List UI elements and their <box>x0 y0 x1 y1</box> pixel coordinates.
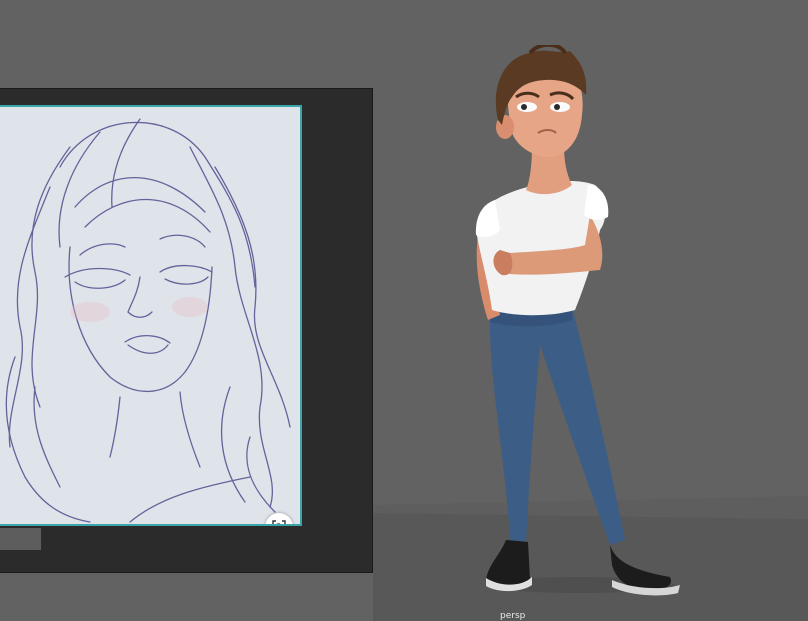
reference-sketch-image[interactable] <box>0 105 302 526</box>
reference-image-panel[interactable] <box>0 88 373 573</box>
camera-label: persp <box>500 611 526 621</box>
character-model[interactable] <box>460 45 700 605</box>
maya-viewport[interactable]: persp <box>0 0 808 621</box>
panel-footer-tab <box>0 528 41 550</box>
visual-search-icon <box>272 520 286 524</box>
sketch-drawing <box>5 118 291 523</box>
